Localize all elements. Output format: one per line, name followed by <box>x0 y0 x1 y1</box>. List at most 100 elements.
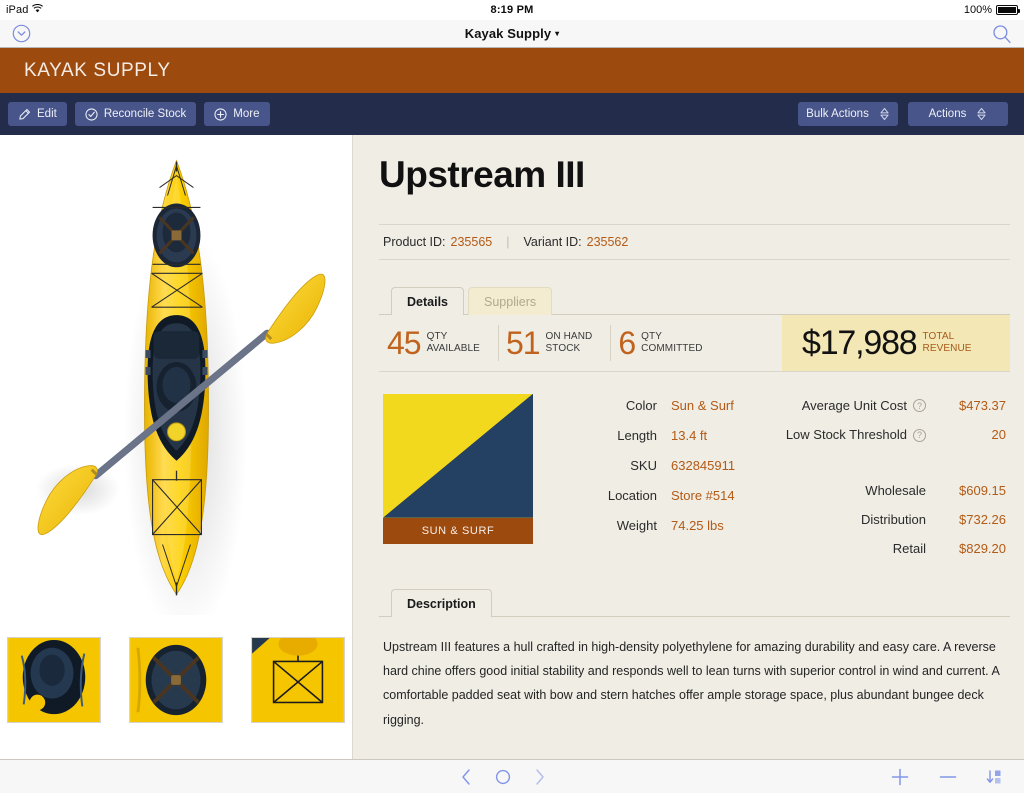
price-value: $609.15 <box>959 482 1006 498</box>
actions-button[interactable]: Actions <box>908 102 1008 126</box>
page-title: Upstream III <box>379 154 585 195</box>
thumbnail-3[interactable] <box>251 637 345 723</box>
stat-label: ON HAND STOCK <box>546 331 593 355</box>
attribute-row-weight: Weight 74.25 lbs <box>569 518 746 533</box>
revenue-value: $17,988 <box>802 323 918 362</box>
thumbnail-2[interactable] <box>129 637 223 723</box>
edit-button-label: Edit <box>37 108 57 120</box>
actions-button-label: Actions <box>928 108 967 120</box>
attribute-key: Location <box>607 487 657 503</box>
chevron-down-icon: ▾ <box>555 29 560 38</box>
ios-status-bar: iPad 8:19 PM 100% <box>0 0 1024 20</box>
cost-key: Average Unit Cost <box>801 397 907 413</box>
plus-icon[interactable] <box>890 767 910 787</box>
main-content: Upstream III Product ID: 235565 | Varian… <box>0 135 1024 759</box>
bulk-actions-button-label: Bulk Actions <box>806 108 869 120</box>
navigation-bar: Kayak Supply ▾ <box>0 20 1024 48</box>
stats-row: 45 QTY AVAILABLE 51 ON HAND STOCK 6 QTY … <box>379 313 1010 372</box>
more-button[interactable]: More <box>204 102 270 126</box>
price-row-wholesale: Wholesale $609.15 <box>756 483 1006 498</box>
product-id-value: 235565 <box>450 234 493 249</box>
pencil-icon <box>18 108 31 121</box>
pricing-spacer <box>756 457 1006 483</box>
cost-value: $473.37 <box>959 397 1006 413</box>
bottom-toolbar <box>0 759 1024 793</box>
pricing-list: Average Unit Cost ? $473.37 Low Stock Th… <box>756 394 1006 570</box>
price-value: $829.20 <box>959 540 1006 556</box>
stat-label-line1: ON HAND <box>545 330 593 342</box>
minus-icon[interactable] <box>938 767 958 787</box>
color-swatch-column: SUN & SURF <box>383 393 533 570</box>
attribute-key: Color <box>625 397 657 413</box>
stat-label: QTY COMMITTED <box>641 331 702 355</box>
toolbar-left-group: Edit Reconcile Stock More <box>8 102 270 126</box>
stat-label-line1: QTY <box>426 330 448 342</box>
attribute-row-sku: SKU 632845911 <box>569 458 746 473</box>
product-detail-pane: Upstream III Product ID: 235565 | Varian… <box>353 135 1024 759</box>
stat-value: 6 <box>618 324 636 361</box>
check-circle-icon <box>85 107 98 121</box>
attribute-row-length: Length 13.4 ft <box>569 428 746 443</box>
bulk-actions-button[interactable]: Bulk Actions <box>798 102 898 126</box>
sort-az-icon[interactable] <box>986 768 1004 786</box>
variant-id-label: Variant ID: <box>523 234 582 249</box>
price-key: Wholesale <box>865 482 926 498</box>
tab-details[interactable]: Details <box>391 286 464 315</box>
thumbnail-1[interactable] <box>7 637 101 723</box>
attribute-value: 74.25 lbs <box>671 517 724 533</box>
variant-id-value: 235562 <box>586 234 629 249</box>
tab-description[interactable]: Description <box>391 588 492 617</box>
cost-key: Low Stock Threshold <box>785 427 907 443</box>
hero-image[interactable] <box>0 135 352 615</box>
attributes-area: SUN & SURF Color Sun & Surf Length 13.4 … <box>379 372 1010 570</box>
revenue-label-line1: TOTAL <box>922 330 955 342</box>
status-bar-time: 8:19 PM <box>490 4 534 16</box>
attribute-value: Store #514 <box>671 487 735 503</box>
description-tab-bar: Description <box>379 588 1010 617</box>
attribute-row-color: Color Sun & Surf <box>569 398 746 413</box>
price-key: Distribution <box>860 511 926 527</box>
bottom-action-group <box>890 767 1004 787</box>
stat-label-line2: COMMITTED <box>641 342 703 354</box>
edit-button[interactable]: Edit <box>8 102 67 126</box>
attribute-row-location: Location Store #514 <box>569 488 746 503</box>
battery-full-icon <box>996 5 1020 15</box>
stat-on-hand-stock: 51 ON HAND STOCK <box>497 315 610 371</box>
nav-title-menu[interactable]: Kayak Supply ▾ <box>0 26 1024 41</box>
tab-suppliers[interactable]: Suppliers <box>468 286 553 315</box>
stat-label-line1: QTY <box>641 330 663 342</box>
attribute-value: 13.4 ft <box>671 427 708 443</box>
attribute-list: Color Sun & Surf Length 13.4 ft SKU 6328… <box>533 394 756 570</box>
attribute-key: Weight <box>616 517 657 533</box>
identifier-row: Product ID: 235565 | Variant ID: 235562 <box>379 223 1010 260</box>
record-circle-icon[interactable] <box>494 768 512 786</box>
stat-label-line2: STOCK <box>545 342 581 354</box>
stat-value: 45 <box>387 324 422 361</box>
chevron-left-icon[interactable] <box>460 768 472 786</box>
stepper-updown-icon <box>976 107 987 121</box>
revenue-label: TOTAL REVENUE <box>923 331 972 355</box>
reconcile-stock-button[interactable]: Reconcile Stock <box>74 102 197 126</box>
help-icon[interactable]: ? <box>913 399 926 413</box>
attribute-key: SKU <box>630 457 657 473</box>
description-text: Upstream III features a hull crafted in … <box>379 615 1010 733</box>
more-button-label: More <box>233 108 260 120</box>
reconcile-stock-button-label: Reconcile Stock <box>103 108 187 120</box>
yellow-kayak-with-paddle <box>35 159 326 615</box>
attribute-value: 632845911 <box>671 457 736 473</box>
price-row-distribution: Distribution $732.26 <box>756 512 1006 527</box>
help-icon[interactable]: ? <box>913 428 926 442</box>
chevron-right-icon[interactable] <box>534 768 546 786</box>
nav-title-text: Kayak Supply <box>464 26 552 41</box>
product-gallery-pane <box>0 135 353 759</box>
stat-value: 51 <box>505 324 541 361</box>
bottom-nav-group <box>460 768 546 786</box>
cost-row-average-unit-cost: Average Unit Cost ? $473.37 <box>756 398 1006 414</box>
stat-label-line2: AVAILABLE <box>426 342 480 354</box>
thumbnail-strip <box>0 637 352 723</box>
brand-name: KAYAK SUPPLY <box>24 59 171 81</box>
cost-row-low-stock-threshold: Low Stock Threshold ? 20 <box>756 427 1006 443</box>
stat-qty-available: 45 QTY AVAILABLE <box>379 315 498 371</box>
product-id-label: Product ID: <box>383 234 446 249</box>
attribute-key: Length <box>617 427 657 443</box>
